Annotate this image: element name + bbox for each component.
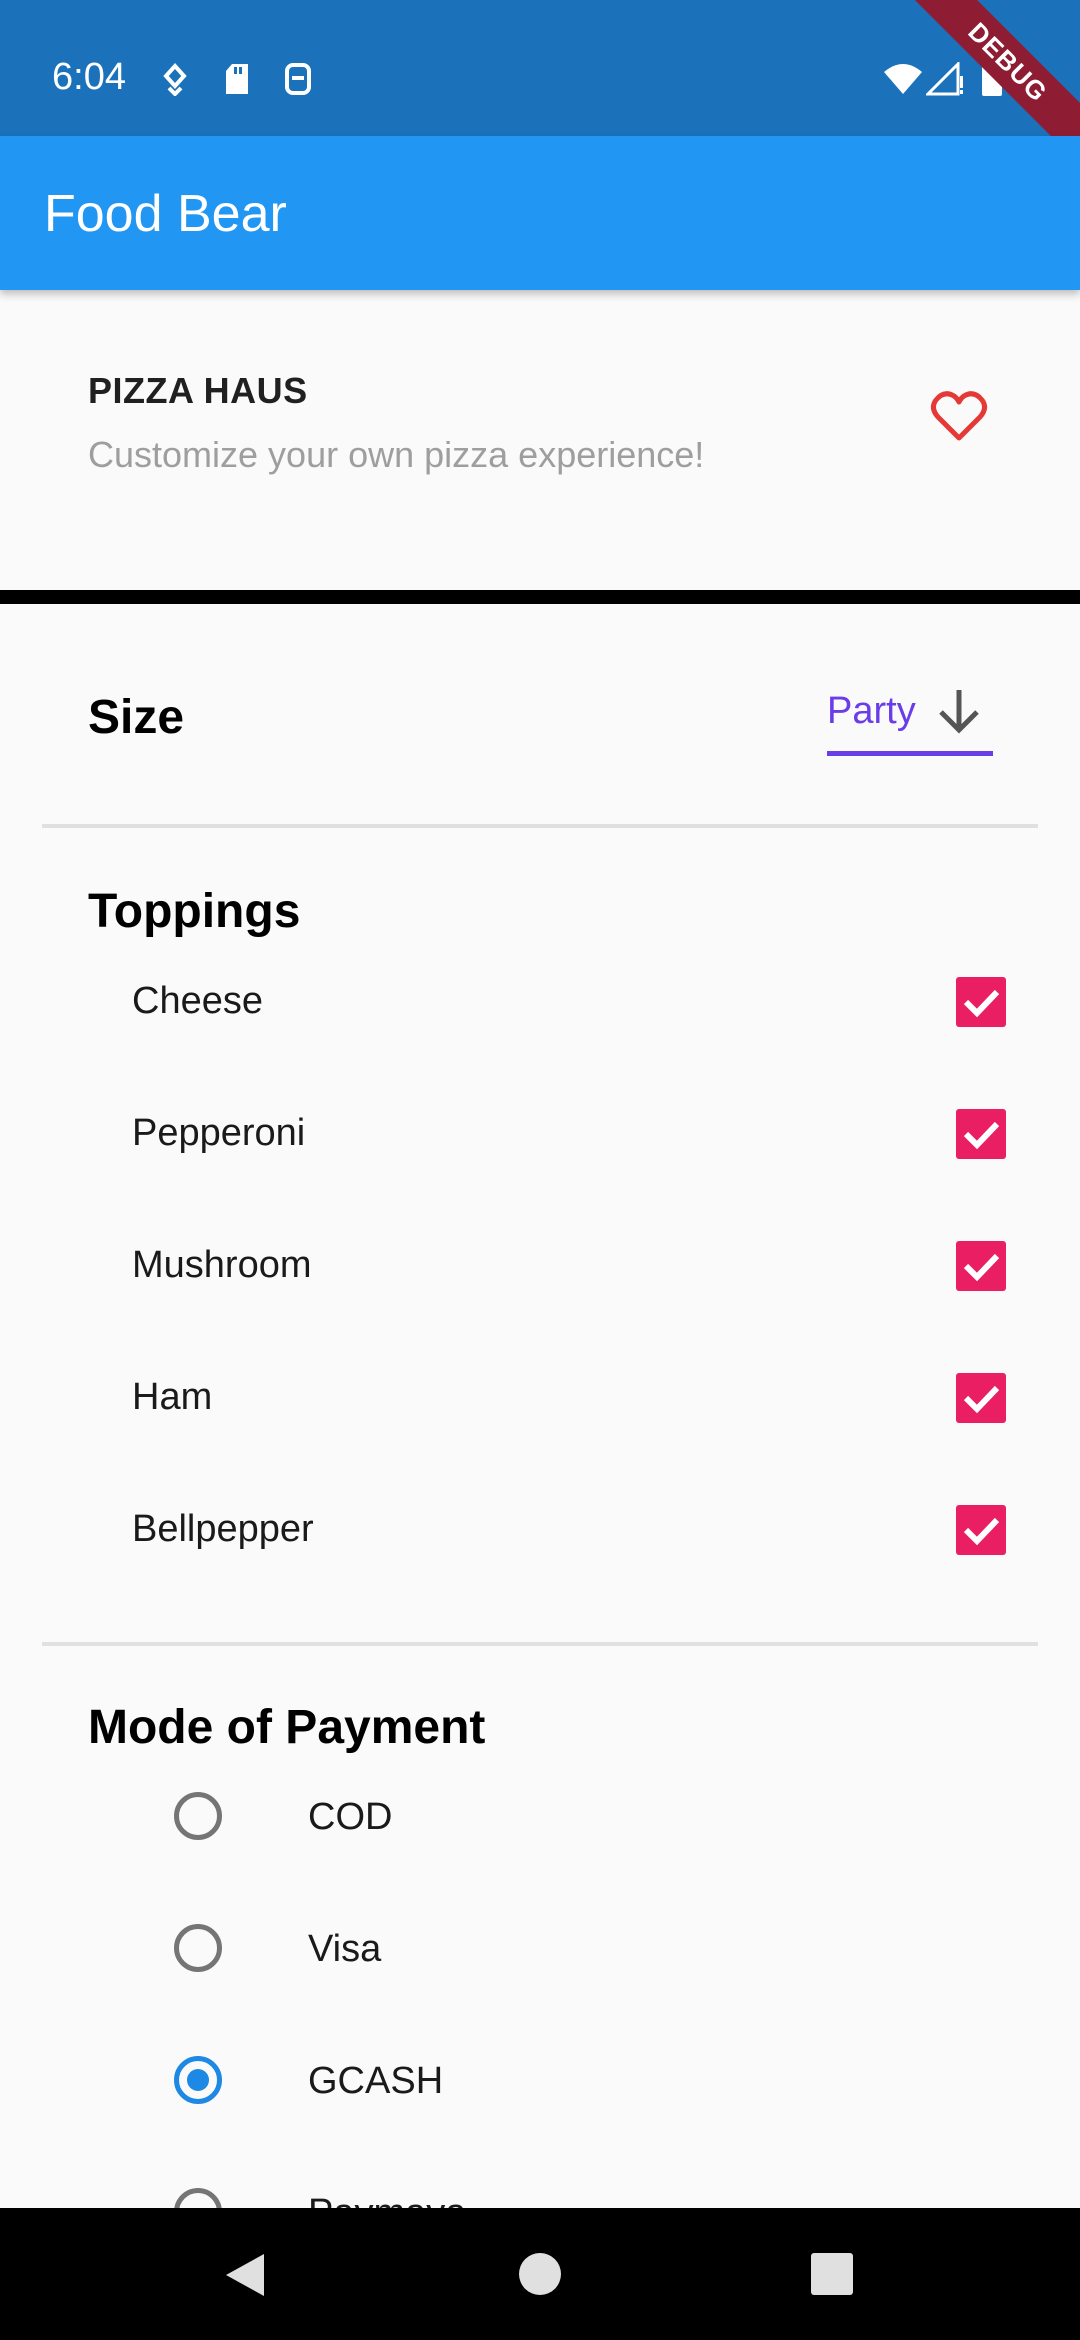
topping-checkbox[interactable] <box>956 1241 1006 1291</box>
topping-row-cheese[interactable]: Cheese <box>0 934 1080 1066</box>
payment-label: Visa <box>308 1928 382 1970</box>
topping-row-bellpepper[interactable]: Bellpepper <box>0 1462 1080 1594</box>
location-icon <box>163 63 187 96</box>
topping-checkbox[interactable] <box>956 1505 1006 1555</box>
topping-label: Ham <box>132 1376 213 1418</box>
check-icon <box>963 1517 1000 1546</box>
back-icon[interactable] <box>222 2252 266 2298</box>
app-bar: Food Bear <box>0 136 1080 290</box>
payment-label: GCASH <box>308 2060 444 2102</box>
topping-checkbox[interactable] <box>956 1373 1006 1423</box>
store-description: Customize your own pizza experience! <box>88 434 705 475</box>
store-name: PIZZA HAUS <box>88 370 308 411</box>
heart-outline-icon[interactable] <box>930 390 988 442</box>
sim-icon <box>285 63 311 95</box>
status-time: 6:04 <box>52 56 126 98</box>
topping-checkbox[interactable] <box>956 977 1006 1027</box>
app-title: Food Bear <box>44 185 287 243</box>
section-divider <box>42 824 1038 828</box>
check-icon <box>963 989 1000 1018</box>
size-label: Size <box>88 691 185 744</box>
recents-icon[interactable] <box>810 2252 854 2296</box>
header-divider <box>0 590 1080 604</box>
topping-label: Bellpepper <box>132 1508 314 1550</box>
store-header: PIZZA HAUS Customize your own pizza expe… <box>0 290 1080 590</box>
arrow-down-icon <box>939 690 979 734</box>
topping-label: Cheese <box>132 980 263 1022</box>
topping-label: Mushroom <box>132 1244 312 1286</box>
status-bar: 6:04 DEBUG <box>0 0 1080 184</box>
payment-radio[interactable] <box>174 1924 222 1972</box>
system-nav-bar <box>0 2208 1080 2340</box>
payment-radio[interactable] <box>174 1792 222 1840</box>
payment-option-gcash[interactable]: GCASH <box>0 2014 1080 2146</box>
check-icon <box>963 1385 1000 1414</box>
home-icon[interactable] <box>518 2252 562 2296</box>
topping-row-pepperoni[interactable]: Pepperoni <box>0 1066 1080 1198</box>
sd-card-icon <box>226 64 248 94</box>
size-selected-value: Party <box>827 690 916 732</box>
wifi-icon <box>884 64 922 94</box>
payment-option-visa[interactable]: Visa <box>0 1882 1080 2014</box>
check-icon <box>963 1121 1000 1150</box>
toppings-title: Toppings <box>88 885 301 938</box>
payment-title: Mode of Payment <box>88 1701 486 1754</box>
signal-icon <box>926 62 963 96</box>
payment-option-cod[interactable]: COD <box>0 1750 1080 1882</box>
topping-label: Pepperoni <box>132 1112 306 1154</box>
payment-label: COD <box>308 1796 393 1838</box>
check-icon <box>963 1253 1000 1282</box>
size-dropdown[interactable]: Party <box>827 682 993 756</box>
topping-checkbox[interactable] <box>956 1109 1006 1159</box>
topping-row-mushroom[interactable]: Mushroom <box>0 1198 1080 1330</box>
section-divider <box>42 1642 1038 1646</box>
payment-radio[interactable] <box>174 2056 222 2104</box>
topping-row-ham[interactable]: Ham <box>0 1330 1080 1462</box>
